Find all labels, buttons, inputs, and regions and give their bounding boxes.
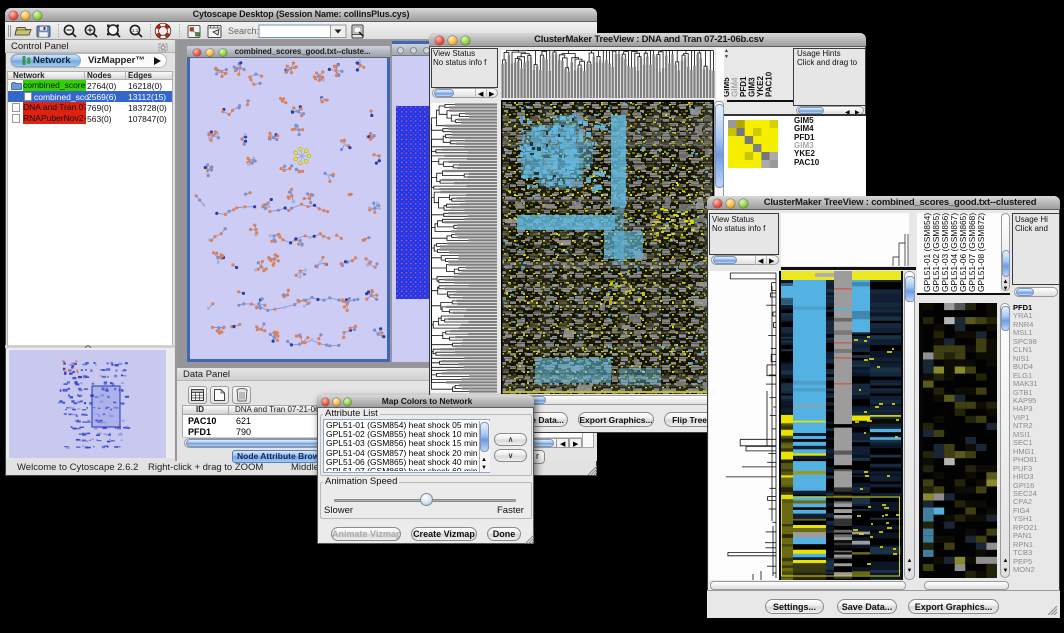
svg-text:1:1: 1:1 — [132, 28, 139, 33]
svg-text:Search:: Search: — [228, 26, 259, 36]
svg-text:PAC10: PAC10 — [765, 71, 774, 97]
svg-text:GPL51-08 (GSM872): GPL51-08 (GSM872) — [976, 213, 986, 292]
